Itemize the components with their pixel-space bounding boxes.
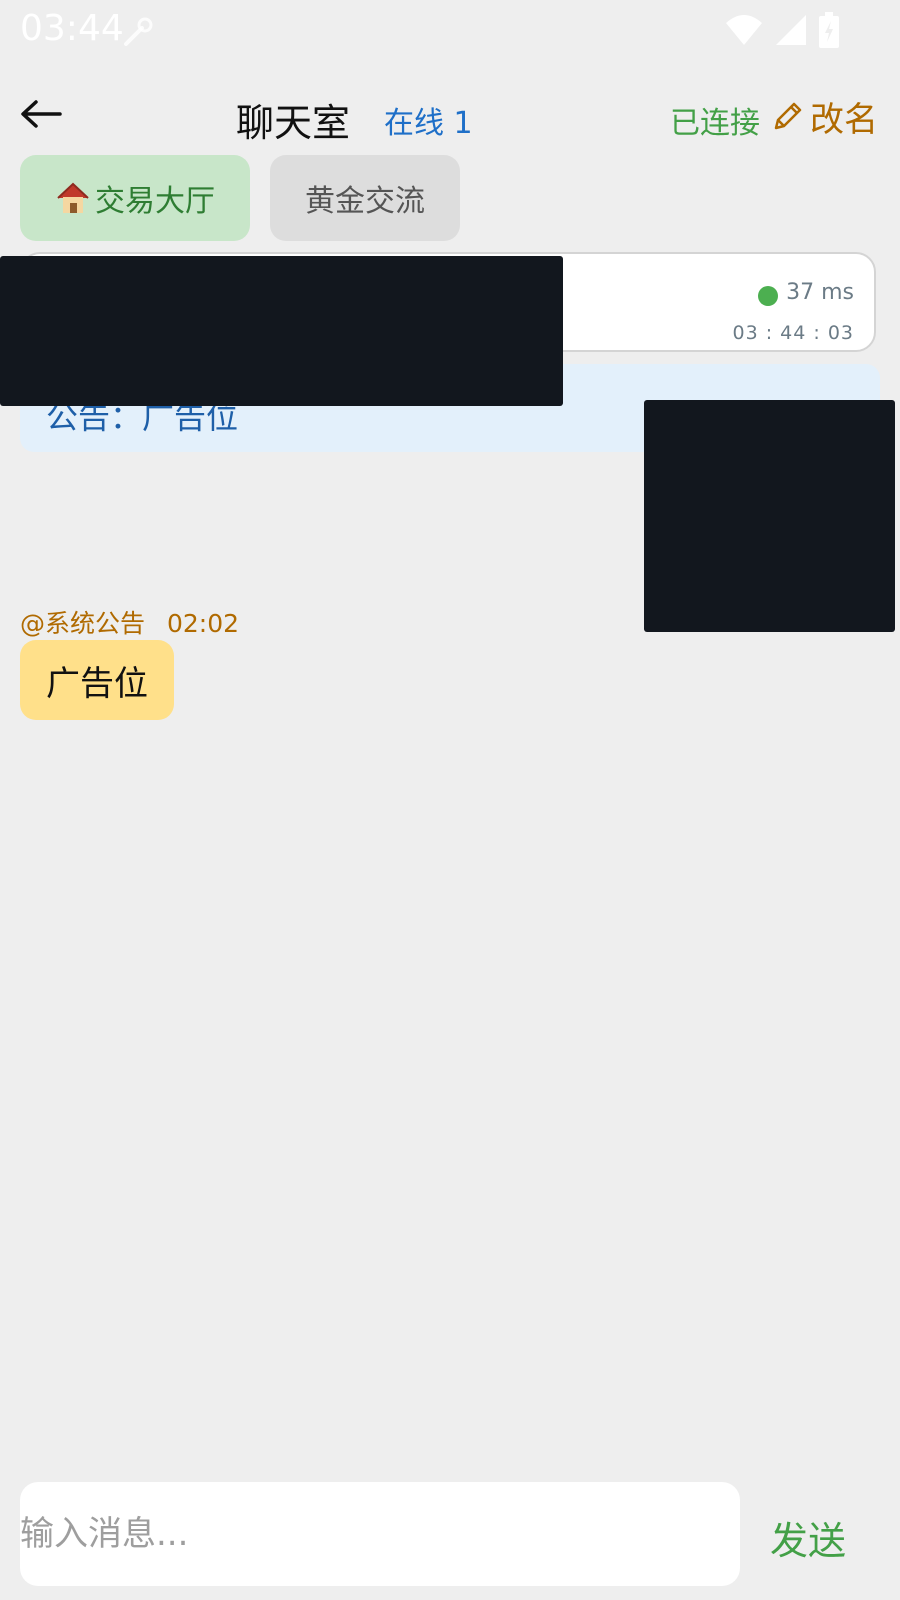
chat-screen: 03:44 聊天室 在线 1 已连接 改名 交易大厅 黄金交流 37 ms 03… [0, 0, 900, 1600]
send-button[interactable]: 发送 [770, 1510, 846, 1565]
ping-time: 03 : 44 : 03 [732, 322, 854, 344]
tab-trading-hall[interactable]: 交易大厅 [20, 155, 250, 241]
wrench-icon [124, 17, 153, 46]
page-title: 聊天室 [236, 101, 351, 145]
status-time: 03:44 [20, 8, 124, 49]
back-arrow-icon[interactable] [18, 94, 64, 134]
message-time: 02:02 [166, 609, 240, 638]
signal-icon [776, 15, 806, 45]
status-bar: 03:44 [0, 0, 900, 60]
tab-gold-exchange[interactable]: 黄金交流 [270, 155, 460, 241]
message-input[interactable] [20, 1482, 740, 1586]
battery-icon [819, 12, 839, 48]
rename-button[interactable]: 改名 [770, 92, 878, 141]
ping-latency: 37 ms [786, 280, 854, 305]
house-icon [57, 182, 89, 213]
message-bubble: 广告位 [20, 640, 174, 720]
redaction-block [644, 400, 895, 632]
pencil-icon [774, 102, 802, 129]
rename-label: 改名 [810, 100, 878, 140]
tab-label: 交易大厅 [95, 184, 215, 219]
header: 聊天室 在线 1 已连接 改名 [0, 80, 900, 150]
tab-label: 黄金交流 [305, 184, 425, 219]
ping-status-dot [758, 286, 778, 306]
message-input-container [20, 1482, 740, 1586]
message-meta: @系统公告 02:02 [20, 604, 239, 640]
online-count: 在线 1 [384, 106, 473, 141]
redaction-block [0, 256, 563, 406]
connection-status: 已连接 [670, 106, 760, 141]
status-icons [724, 12, 840, 48]
wifi-icon [726, 15, 762, 45]
message-sender[interactable]: @系统公告 [20, 609, 145, 638]
